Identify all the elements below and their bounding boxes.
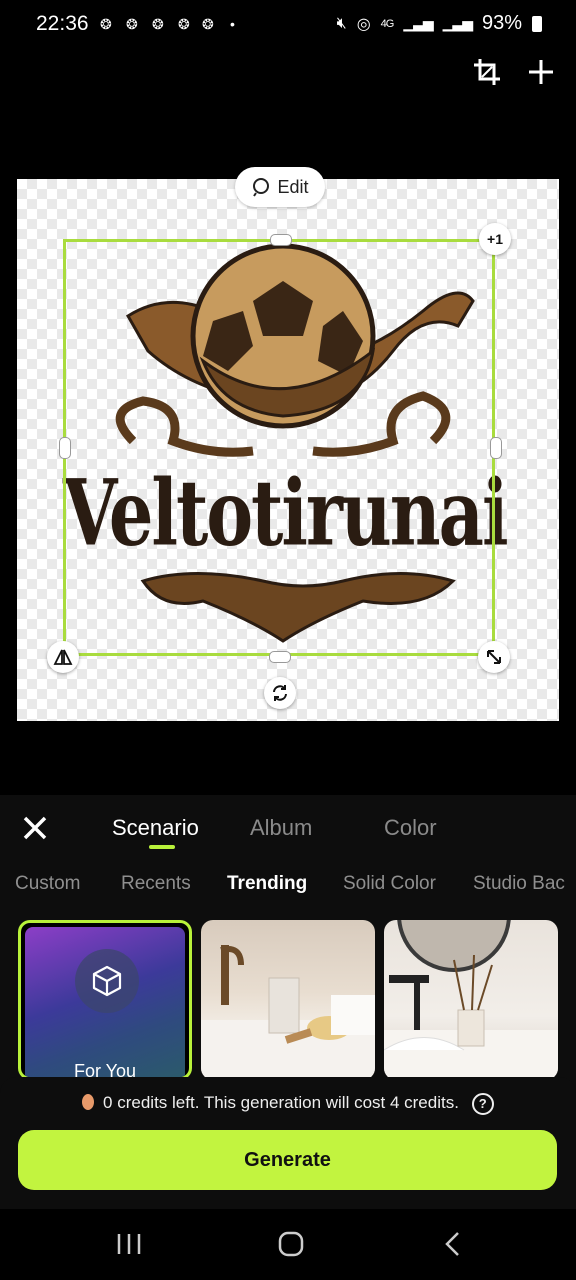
selection-box[interactable]: [63, 239, 495, 656]
scenario-card-for-you[interactable]: For You: [18, 920, 192, 1080]
tab-scenario[interactable]: Scenario: [112, 815, 199, 841]
network-type-icon: 4G: [380, 17, 395, 30]
generate-button[interactable]: Generate: [18, 1130, 557, 1190]
dot-icon: •: [230, 16, 235, 32]
system-nav-bar: [0, 1209, 576, 1280]
subtab-trending[interactable]: Trending: [227, 873, 307, 895]
home-button[interactable]: [271, 1227, 311, 1261]
resize-handle-bottom[interactable]: [269, 651, 291, 663]
scenario-card-bathroom-diffuser[interactable]: [384, 920, 558, 1080]
scale-button[interactable]: [478, 641, 510, 673]
resize-handle-left[interactable]: [59, 437, 71, 459]
status-bar: 22:36 ❂ ❂ ❂ ❂ ❂ • 🔇︎ ◎ 4G ▁▃▅ ▁▃▅ 93%: [0, 0, 576, 52]
battery-level: 93%: [481, 12, 522, 34]
notification-icon: ❂: [126, 16, 138, 32]
rotate-button[interactable]: [264, 677, 296, 709]
edit-label: Edit: [277, 176, 309, 197]
tab-color[interactable]: Color: [384, 815, 437, 841]
notification-icon: ❂: [178, 16, 190, 32]
subtab-recents[interactable]: Recents: [121, 873, 191, 895]
recent-apps-button[interactable]: [109, 1227, 149, 1261]
notification-icon: ❂: [100, 16, 112, 32]
close-button[interactable]: [20, 813, 50, 843]
hotspot-icon: ◎: [356, 15, 371, 33]
subtab-solid-color[interactable]: Solid Color: [343, 873, 436, 895]
cube-icon: [75, 949, 139, 1013]
mute-icon: 🔇︎: [336, 14, 347, 32]
credits-message: 0 credits left. This generation will cos…: [103, 1093, 459, 1112]
crop-icon: [474, 59, 500, 85]
card-background: For You: [25, 927, 185, 1077]
status-time: 22:36: [36, 12, 89, 35]
subtab-custom[interactable]: Custom: [15, 873, 80, 895]
close-icon: [23, 816, 47, 840]
help-icon[interactable]: ?: [471, 1093, 494, 1115]
credit-coin-icon: [82, 1094, 95, 1110]
plus-icon: [529, 60, 553, 84]
scene-image: [201, 945, 375, 1080]
battery-icon: [532, 15, 542, 32]
status-icons: 🔇︎ ◎ 4G ▁▃▅ ▁▃▅ 93%: [337, 12, 542, 35]
add-button[interactable]: [521, 52, 561, 92]
recent-apps-icon: [117, 1234, 141, 1254]
resize-handle-top[interactable]: [270, 234, 292, 246]
credits-info: 0 credits left. This generation will cos…: [0, 1093, 576, 1115]
home-icon: [278, 1231, 304, 1257]
flip-icon: [53, 649, 73, 665]
resize-handle-right[interactable]: [490, 437, 502, 459]
back-button[interactable]: [432, 1227, 472, 1261]
back-icon: [445, 1232, 459, 1256]
notification-icon: ❂: [202, 16, 214, 32]
edit-button[interactable]: Edit: [235, 167, 325, 207]
rotate-icon: [273, 685, 287, 701]
tab-indicator: [149, 845, 175, 849]
tab-album[interactable]: Album: [250, 815, 312, 841]
scene-image: [384, 920, 558, 1080]
edit-lasso-icon: [253, 178, 270, 197]
flip-button[interactable]: [47, 641, 79, 673]
scenario-card-bathroom-tray[interactable]: [201, 920, 375, 1080]
signal-icon: ▁▃▅: [403, 15, 433, 31]
resize-diagonal-icon: [487, 650, 501, 664]
layer-badge[interactable]: +1: [479, 223, 511, 255]
crop-button[interactable]: [467, 52, 507, 92]
notification-icon: ❂: [152, 16, 164, 32]
credits-bar: 0 credits left. This generation will cos…: [0, 1077, 576, 1209]
signal-icon: ▁▃▅: [442, 15, 473, 31]
subtab-studio-background[interactable]: Studio Bac: [473, 873, 565, 895]
